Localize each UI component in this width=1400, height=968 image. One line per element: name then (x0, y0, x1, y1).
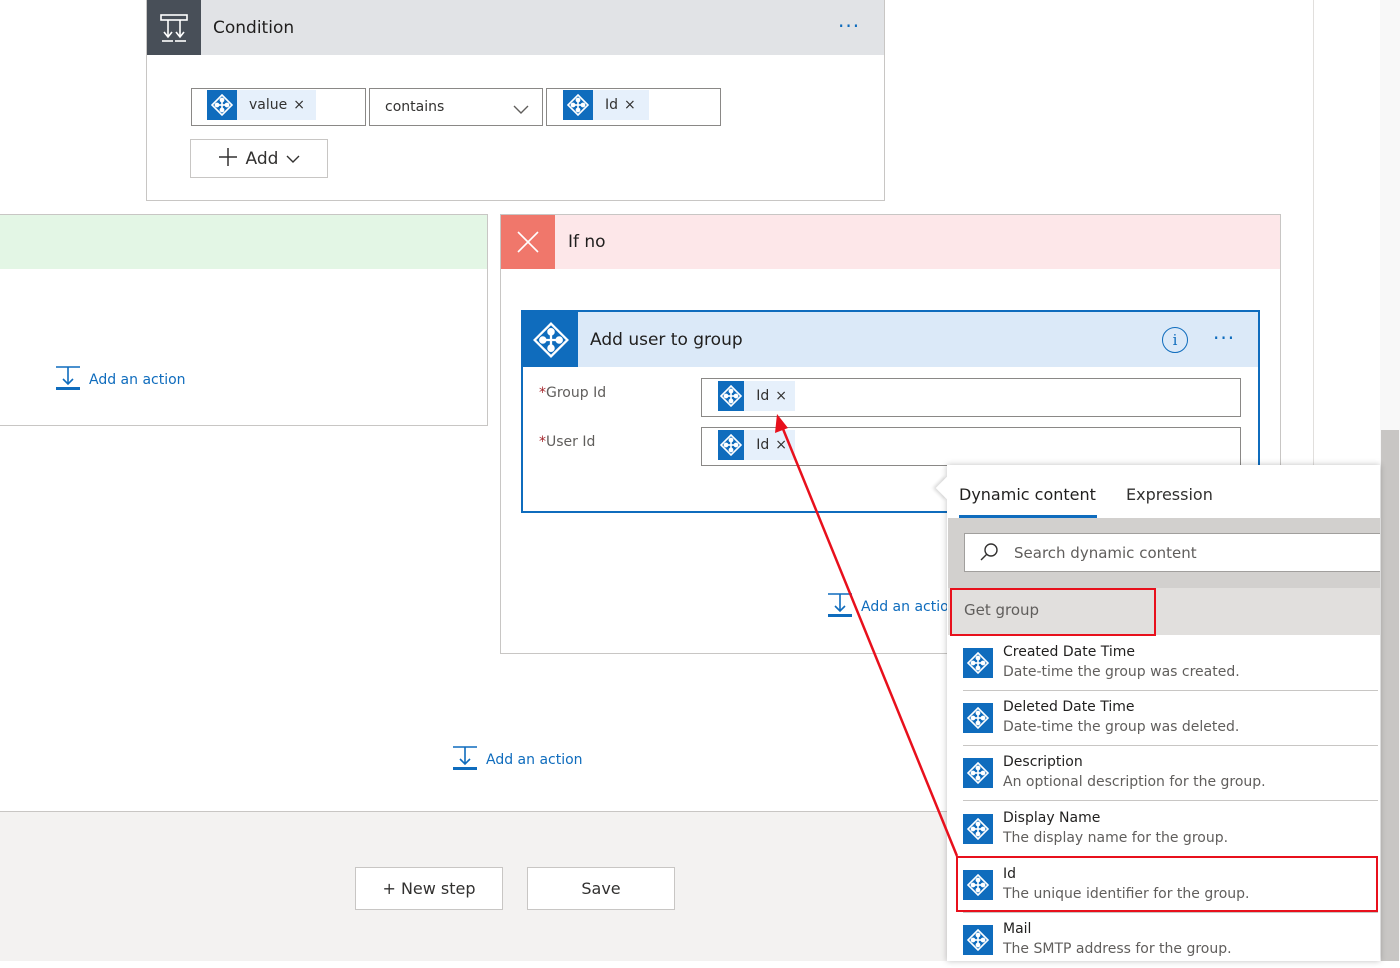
chevron-down-icon (513, 100, 529, 119)
close-icon[interactable]: × (624, 97, 644, 113)
item-title: Description (1003, 754, 1083, 770)
group-id-token[interactable]: Id × (718, 381, 795, 411)
token-label: value (249, 97, 288, 113)
condition-left-token[interactable]: value × (207, 90, 316, 120)
scrollbar-thumb[interactable] (1381, 430, 1399, 961)
azure-ad-icon (523, 312, 578, 367)
if-no-icon (501, 215, 555, 269)
user-id-label: *User Id (539, 434, 595, 450)
plus-icon (218, 147, 238, 171)
item-title: Mail (1003, 921, 1032, 937)
operator-select[interactable]: contains (369, 88, 543, 126)
annotation-box-id-item (956, 856, 1378, 912)
branch-no-add-action[interactable]: Add an action (827, 592, 958, 622)
new-step-button[interactable]: + New step (355, 867, 503, 910)
info-glyph: i (1172, 331, 1178, 349)
item-description: An optional description for the group. (1003, 774, 1266, 790)
add-action-icon (55, 365, 81, 395)
group-id-label: *Group Id (539, 385, 606, 401)
user-id-label-text: User Id (546, 434, 596, 450)
branch-yes-add-action[interactable]: Add an action (55, 365, 186, 395)
condition-icon (147, 0, 201, 55)
item-description: Date-time the group was deleted. (1003, 719, 1240, 735)
annotation-box-get-group (950, 588, 1156, 636)
item-description: The SMTP address for the group. (1003, 941, 1232, 957)
condition-right-token[interactable]: Id × (563, 90, 649, 120)
azure-ad-icon (207, 90, 237, 120)
token-label: Id (605, 97, 619, 113)
user-id-token[interactable]: Id × (718, 430, 795, 460)
branch-yes-header (0, 215, 487, 269)
add-label: Add (245, 148, 279, 169)
required-mark: * (539, 434, 546, 450)
azure-ad-icon (563, 90, 593, 120)
chevron-down-icon (286, 149, 300, 168)
save-button[interactable]: Save (527, 867, 675, 910)
search-icon (979, 542, 999, 566)
add-condition-button[interactable]: Add (190, 139, 328, 178)
branch-no-title: If no (568, 232, 606, 252)
info-icon[interactable]: i (1162, 327, 1188, 353)
item-title: Created Date Time (1003, 644, 1136, 660)
add-user-more-button[interactable]: ··· (1213, 326, 1235, 350)
tab-expression[interactable]: Expression (1126, 485, 1213, 504)
add-action-label: Add an action (861, 599, 958, 615)
search-placeholder: Search dynamic content (1014, 544, 1197, 562)
close-icon[interactable]: × (775, 388, 795, 404)
required-mark: * (539, 385, 546, 401)
azure-ad-icon (718, 381, 745, 411)
close-icon[interactable]: × (775, 437, 795, 453)
item-title: Display Name (1003, 810, 1101, 826)
azure-ad-icon (963, 703, 993, 733)
main-add-action[interactable]: Add an action (452, 745, 583, 775)
dynamic-item-mail[interactable]: Mail The SMTP address for the group. (963, 913, 1378, 968)
azure-ad-icon (963, 925, 993, 955)
azure-ad-icon (963, 814, 993, 844)
condition-more-button[interactable]: ··· (838, 14, 860, 38)
item-description: The display name for the group. (1003, 830, 1229, 846)
dynamic-item-deleted-date-time[interactable]: Deleted Date Time Date-time the group wa… (963, 691, 1378, 746)
operator-value: contains (385, 99, 445, 115)
azure-ad-icon (963, 648, 993, 678)
dynamic-item-description[interactable]: Description An optional description for … (963, 746, 1378, 801)
item-title: Deleted Date Time (1003, 699, 1135, 715)
group-id-label-text: Group Id (546, 385, 607, 401)
add-action-label: Add an action (89, 372, 186, 388)
token-label: Id (756, 437, 770, 453)
close-icon[interactable]: × (293, 97, 313, 113)
search-input[interactable]: Search dynamic content (964, 533, 1380, 572)
add-user-card-title: Add user to group (590, 330, 743, 350)
add-action-icon (827, 592, 853, 622)
azure-ad-icon (718, 430, 745, 460)
condition-title: Condition (213, 18, 295, 38)
add-action-label: Add an action (486, 752, 583, 768)
dynamic-item-created-date-time[interactable]: Created Date Time Date-time the group wa… (963, 636, 1378, 691)
dynamic-item-display-name[interactable]: Display Name The display name for the gr… (963, 802, 1378, 857)
add-action-icon (452, 745, 478, 775)
item-description: Date-time the group was created. (1003, 664, 1240, 680)
azure-ad-icon (963, 758, 993, 788)
tab-dynamic-content[interactable]: Dynamic content (959, 485, 1096, 504)
token-label: Id (756, 388, 770, 404)
branch-no-header[interactable] (501, 215, 1280, 269)
